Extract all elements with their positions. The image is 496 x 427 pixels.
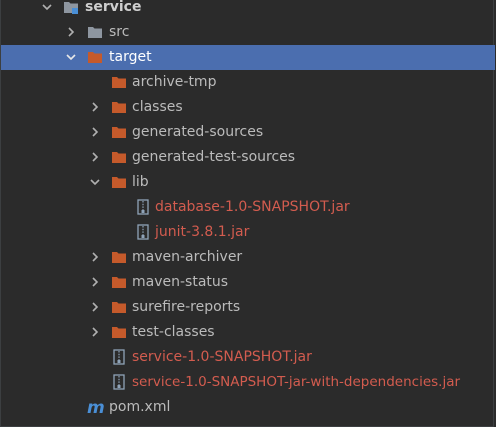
- tree-item-label: archive-tmp: [132, 74, 217, 90]
- tree-item-label: pom.xml: [109, 399, 171, 415]
- tree-item-service-jar-with-dependencies[interactable]: service-1.0-SNAPSHOT-jar-with-dependenci…: [1, 370, 495, 395]
- chevron-down-icon[interactable]: [39, 0, 55, 20]
- tree-item-archive-tmp[interactable]: archive-tmp: [1, 70, 495, 95]
- chevron-down-icon[interactable]: [87, 170, 103, 195]
- tree-item-label: surefire-reports: [132, 299, 241, 315]
- tree-item-label: target: [109, 49, 152, 65]
- tree-item-label: generated-test-sources: [132, 149, 296, 165]
- svg-text:m: m: [87, 398, 105, 416]
- excluded-folder-icon: [87, 49, 103, 65]
- tree-item-label: service-1.0-SNAPSHOT-jar-with-dependenci…: [132, 374, 461, 390]
- excluded-folder-icon: [111, 74, 127, 90]
- tree-item-service[interactable]: service: [1, 0, 495, 20]
- chevron-right-icon[interactable]: [87, 270, 103, 295]
- chevron-right-icon[interactable]: [87, 120, 103, 145]
- excluded-folder-icon: [111, 149, 127, 165]
- chevron-right-icon[interactable]: [63, 20, 79, 45]
- tree-item-service-jar[interactable]: service-1.0-SNAPSHOT.jar: [1, 345, 495, 370]
- excluded-folder-icon: [111, 324, 127, 340]
- tree-item-test-classes[interactable]: test-classes: [1, 320, 495, 345]
- tree-item-surefire-reports[interactable]: surefire-reports: [1, 295, 495, 320]
- tree-item-target[interactable]: target: [1, 45, 495, 70]
- folder-icon: [87, 24, 103, 40]
- tree-item-label: service: [85, 0, 142, 15]
- tree-item-label: generated-sources: [132, 124, 264, 140]
- tree-item-label: maven-archiver: [132, 249, 243, 265]
- maven-icon: m: [87, 398, 107, 416]
- jar-icon: [135, 199, 151, 215]
- chevron-right-icon[interactable]: [87, 145, 103, 170]
- tree-item-database-jar[interactable]: database-1.0-SNAPSHOT.jar: [1, 195, 495, 220]
- jar-icon: [135, 224, 151, 240]
- tree-item-label: classes: [132, 99, 183, 115]
- jar-icon: [111, 349, 127, 365]
- tree-item-classes[interactable]: classes: [1, 95, 495, 120]
- tree-item-label: junit-3.8.1.jar: [155, 224, 250, 240]
- tree-item-label: maven-status: [132, 274, 229, 290]
- excluded-folder-icon: [111, 174, 127, 190]
- tree-item-generated-test-sources[interactable]: generated-test-sources: [1, 145, 495, 170]
- tree-item-junit-jar[interactable]: junit-3.8.1.jar: [1, 220, 495, 245]
- tree-item-label: lib: [132, 174, 149, 190]
- project-tree: service src target archive-tmp classes g…: [0, 0, 495, 427]
- excluded-folder-icon: [111, 249, 127, 265]
- excluded-folder-icon: [111, 99, 127, 115]
- chevron-right-icon[interactable]: [87, 245, 103, 270]
- tree-item-label: src: [109, 24, 130, 40]
- tree-item-generated-sources[interactable]: generated-sources: [1, 120, 495, 145]
- chevron-right-icon[interactable]: [87, 295, 103, 320]
- module-folder-icon: [63, 0, 79, 15]
- chevron-down-icon[interactable]: [63, 45, 79, 70]
- tree-item-src[interactable]: src: [1, 20, 495, 45]
- excluded-folder-icon: [111, 299, 127, 315]
- tree-item-label: test-classes: [132, 324, 215, 340]
- tree-item-pom-xml[interactable]: m pom.xml: [1, 395, 495, 420]
- tree-item-label: database-1.0-SNAPSHOT.jar: [155, 199, 350, 215]
- chevron-right-icon[interactable]: [87, 95, 103, 120]
- tree-item-label: service-1.0-SNAPSHOT.jar: [132, 349, 312, 365]
- tree-item-lib[interactable]: lib: [1, 170, 495, 195]
- tree-item-maven-archiver[interactable]: maven-archiver: [1, 245, 495, 270]
- excluded-folder-icon: [111, 274, 127, 290]
- chevron-right-icon[interactable]: [87, 320, 103, 345]
- jar-icon: [111, 374, 127, 390]
- tree-item-maven-status[interactable]: maven-status: [1, 270, 495, 295]
- excluded-folder-icon: [111, 124, 127, 140]
